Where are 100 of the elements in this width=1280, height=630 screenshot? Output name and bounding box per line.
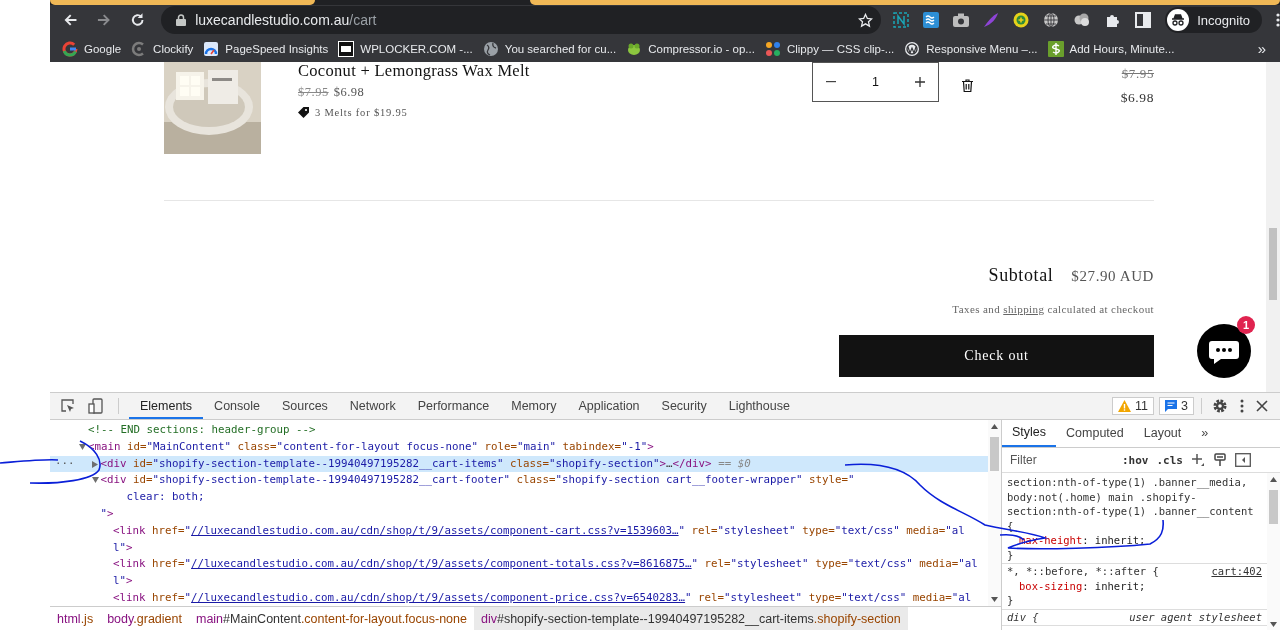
scroll-down-icon[interactable] [1270,622,1277,627]
ring-icon [904,40,921,57]
device-icon[interactable] [88,398,104,414]
code-line[interactable]: <link href="//luxecandlestudio.com.au/cdn/shop/t/9/assets/component-totals.css?v=8616875…" rel="stylesheet" type="text/css" media="al [50,556,988,574]
paint-roller-icon[interactable] [1213,453,1227,467]
devtools-tab[interactable]: Lighthouse [717,393,801,419]
class-button[interactable]: .cls [1156,453,1183,467]
code-line[interactable]: <link href="//luxecandlestudio.com.au/cdn/shop/t/9/assets/component-price.css?v=6540283…" rel="stylesheet" type="text/css" media="al [50,589,988,606]
bookmark[interactable]: Compressor.io - op... [626,40,755,57]
breadcrumb[interactable]: body.gradient [100,607,189,630]
bookmark[interactable]: PageSpeed Insights [203,40,329,57]
url-link[interactable]: //luxecandlestudio.com.au/cdn/shop/t/9/assets/component-cart.css?v=1539603… [191,523,679,537]
sidebar-toggle-icon[interactable] [1235,453,1251,467]
globe-icon[interactable] [1043,12,1060,28]
scrollbar[interactable] [988,420,1001,606]
css-selector: section:nth-of-type(1) .banner__content [1007,504,1254,519]
messages-counter[interactable]: 3 [1159,397,1194,415]
css-declaration[interactable]: box-sizing: inherit; [1007,578,1262,593]
bookmark[interactable]: Add Hours, Minute... [1047,40,1175,57]
scroll-up-icon[interactable] [991,424,998,429]
star-icon[interactable] [858,12,874,28]
url-link[interactable]: //luxecandlestudio.com.au/cdn/shop/t/9/assets/component-price.css?v=6540283… [191,590,686,604]
scroll-down-icon[interactable] [991,597,998,602]
devtools-tab[interactable]: Security [650,393,718,419]
caret-down-icon[interactable] [91,477,99,484]
css-selector: body:not(.home) main .shopify- [1007,489,1197,504]
breadcrumb[interactable]: div#shopify-section-template--19940497195282__cart-items.shopify-section [473,607,908,630]
shipping-link[interactable]: shipping [1003,303,1045,315]
closing-brace: } [1007,547,1015,562]
back-icon[interactable] [63,12,79,28]
inspect-icon[interactable] [60,398,76,414]
source-link[interactable]: cart:402 [1211,564,1262,579]
code-line[interactable]: "> [50,506,988,523]
bookmark[interactable]: You searched for cu... [482,40,617,57]
sidebar-tab[interactable]: Layout [1133,421,1192,446]
cloud-icon[interactable] [1073,13,1092,27]
code-line[interactable]: <link href="//luxecandlestudio.com.au/cdn/shop/t/9/assets/component-cart.css?v=1539603…" rel="stylesheet" type="text/css" media="al [50,522,988,540]
checkout-button[interactable]: Check out [839,335,1154,377]
more-options-icon[interactable] [1240,399,1244,413]
notification-badge: 1 [1237,316,1255,334]
camera-icon[interactable] [953,13,970,27]
devtools-tab[interactable]: Network [338,393,407,419]
scrollbar[interactable] [1267,473,1280,630]
scrollbar-thumb[interactable] [990,437,999,471]
subtotal-amount: $27.90 AUD [1071,268,1154,285]
devtools-tab[interactable]: Sources [271,393,339,419]
devtools-tab[interactable]: Memory [500,393,568,419]
warnings-counter[interactable]: 11 [1112,397,1155,415]
devtools-tab[interactable]: Application [567,393,651,419]
address-bar[interactable]: luxecandlestudio.com.au/cart [161,6,882,34]
trash-icon[interactable] [962,79,973,92]
scroll-up-icon[interactable] [1270,477,1277,482]
puzzle-icon[interactable] [1105,12,1122,28]
line-total: $6.98 [1120,90,1154,106]
devtools-tab[interactable]: Performance [406,393,501,419]
reload-icon[interactable] [129,12,146,28]
devtools-tab[interactable]: Console [203,393,271,419]
devtools-tab[interactable]: Elements [129,393,204,419]
code-line[interactable]: l"> [50,539,988,557]
css-selector: section:nth-of-type(1) .banner__media, [1007,475,1248,490]
bookmark[interactable]: Clippy — CSS clip-... [764,40,895,57]
close-icon[interactable] [1256,400,1268,412]
bookmark[interactable]: Responsive Menu –... [904,40,1038,57]
money-icon [1047,40,1064,57]
message-icon [1165,400,1178,412]
sidebar-icon[interactable] [1135,12,1152,28]
breadcrumb[interactable]: html.js [50,607,101,630]
bookmark[interactable]: Clockify [131,40,194,57]
bookmark[interactable]: WPLOCKER.COM -... [338,40,473,57]
product-title[interactable]: Coconut + Lemongrass Wax Melt [298,62,775,80]
code-line[interactable]: clear: both; [50,489,988,506]
scrollbar-thumb[interactable] [1269,228,1277,300]
code-line[interactable]: <!-- END sections: header-group --> [50,422,988,439]
forward-icon[interactable] [96,12,112,28]
wave-tile-icon[interactable] [923,12,940,28]
quantity-field[interactable]: 1 [812,62,939,102]
breadcrumb[interactable]: main#MainContent.content-for-layout.focus-none [188,607,474,630]
more-tabs-button[interactable]: » [1191,421,1219,446]
multicolor-ring-icon [62,40,78,57]
globe-icon [482,40,499,57]
plus-icon[interactable] [1191,453,1205,467]
hat-glasses-icon [1167,9,1190,31]
original-price: $7.95 [298,85,329,100]
url-link[interactable]: //luxecandlestudio.com.au/cdn/shop/t/9/assets/component-totals.css?v=8616875… [191,557,692,571]
caret-right-icon[interactable] [91,460,98,468]
code-line[interactable]: <div id="shopify-section-template--19940497195282__cart-footer" class="shopify-section cart__footer-wrapper" style=" [50,472,988,490]
bookmark[interactable]: Google [62,40,122,57]
sidebar-tab[interactable]: Styles [1002,420,1057,447]
scrollbar[interactable] [1266,62,1280,392]
profile-button[interactable]: Incognito [1165,7,1262,33]
settings-icon[interactable] [1212,398,1228,414]
more-bookmarks-button[interactable]: » [1257,40,1266,57]
hover-state-button[interactable]: :hov [1122,453,1149,467]
caret-down-icon[interactable] [79,443,86,450]
scrollbar-thumb[interactable] [1269,490,1278,524]
sidebar-tab[interactable]: Computed [1056,421,1134,446]
dashed-square-icon[interactable] [893,12,910,28]
code-line[interactable]: l"> [50,573,988,590]
plus-circle-icon[interactable] [1013,12,1030,28]
menu-icon[interactable] [1276,12,1280,28]
